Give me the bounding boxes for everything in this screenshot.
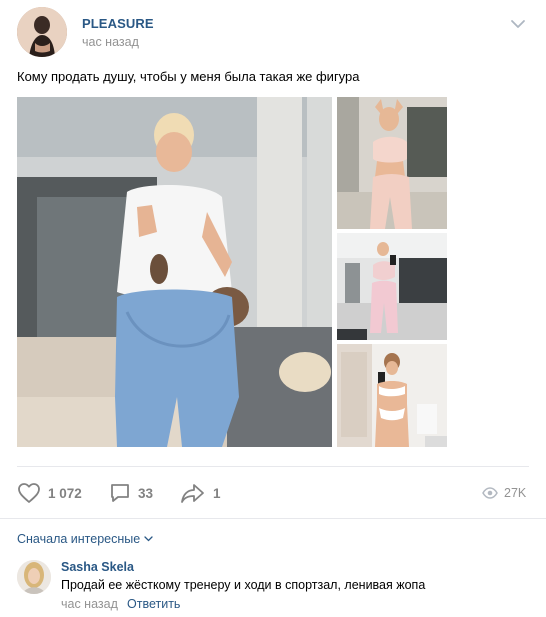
comment-count: 33 [138, 485, 154, 501]
reply-button[interactable]: Ответить [127, 597, 180, 611]
comment-time[interactable]: час назад [61, 597, 118, 611]
comment-text: Продай ее жёсткому тренеру и ходи в спор… [61, 578, 426, 592]
comments-sort-dropdown[interactable]: Сначала интересные [17, 532, 153, 546]
share-button[interactable]: 1 [180, 482, 221, 504]
like-count: 1 072 [48, 485, 82, 501]
chevron-down-icon[interactable] [509, 15, 527, 33]
commenter-avatar[interactable] [17, 560, 51, 594]
comment-author[interactable]: Sasha Skela [61, 560, 134, 574]
divider [0, 518, 546, 519]
post-photo-thumb-3[interactable] [337, 344, 447, 447]
post-photo-thumb-2[interactable] [337, 233, 447, 340]
sort-label: Сначала интересные [17, 532, 141, 546]
comment-button[interactable]: 33 [109, 482, 153, 504]
like-button[interactable]: 1 072 [17, 482, 82, 504]
divider [17, 466, 529, 467]
comment-icon [111, 484, 129, 502]
share-count: 1 [213, 485, 221, 501]
post-time[interactable]: час назад [82, 35, 139, 49]
post-photo-thumb-1[interactable] [337, 97, 447, 229]
views-counter: 27K [482, 482, 526, 504]
chevron-down-icon [144, 536, 153, 542]
eye-icon [482, 487, 498, 499]
heart-icon [18, 483, 40, 503]
group-name[interactable]: PLEASURE [82, 16, 154, 31]
post-text: Кому продать душу, чтобы у меня была так… [17, 69, 360, 84]
post-photo-main[interactable] [17, 97, 332, 447]
views-count: 27K [504, 486, 527, 500]
group-avatar[interactable] [17, 7, 67, 57]
share-icon [181, 484, 204, 503]
